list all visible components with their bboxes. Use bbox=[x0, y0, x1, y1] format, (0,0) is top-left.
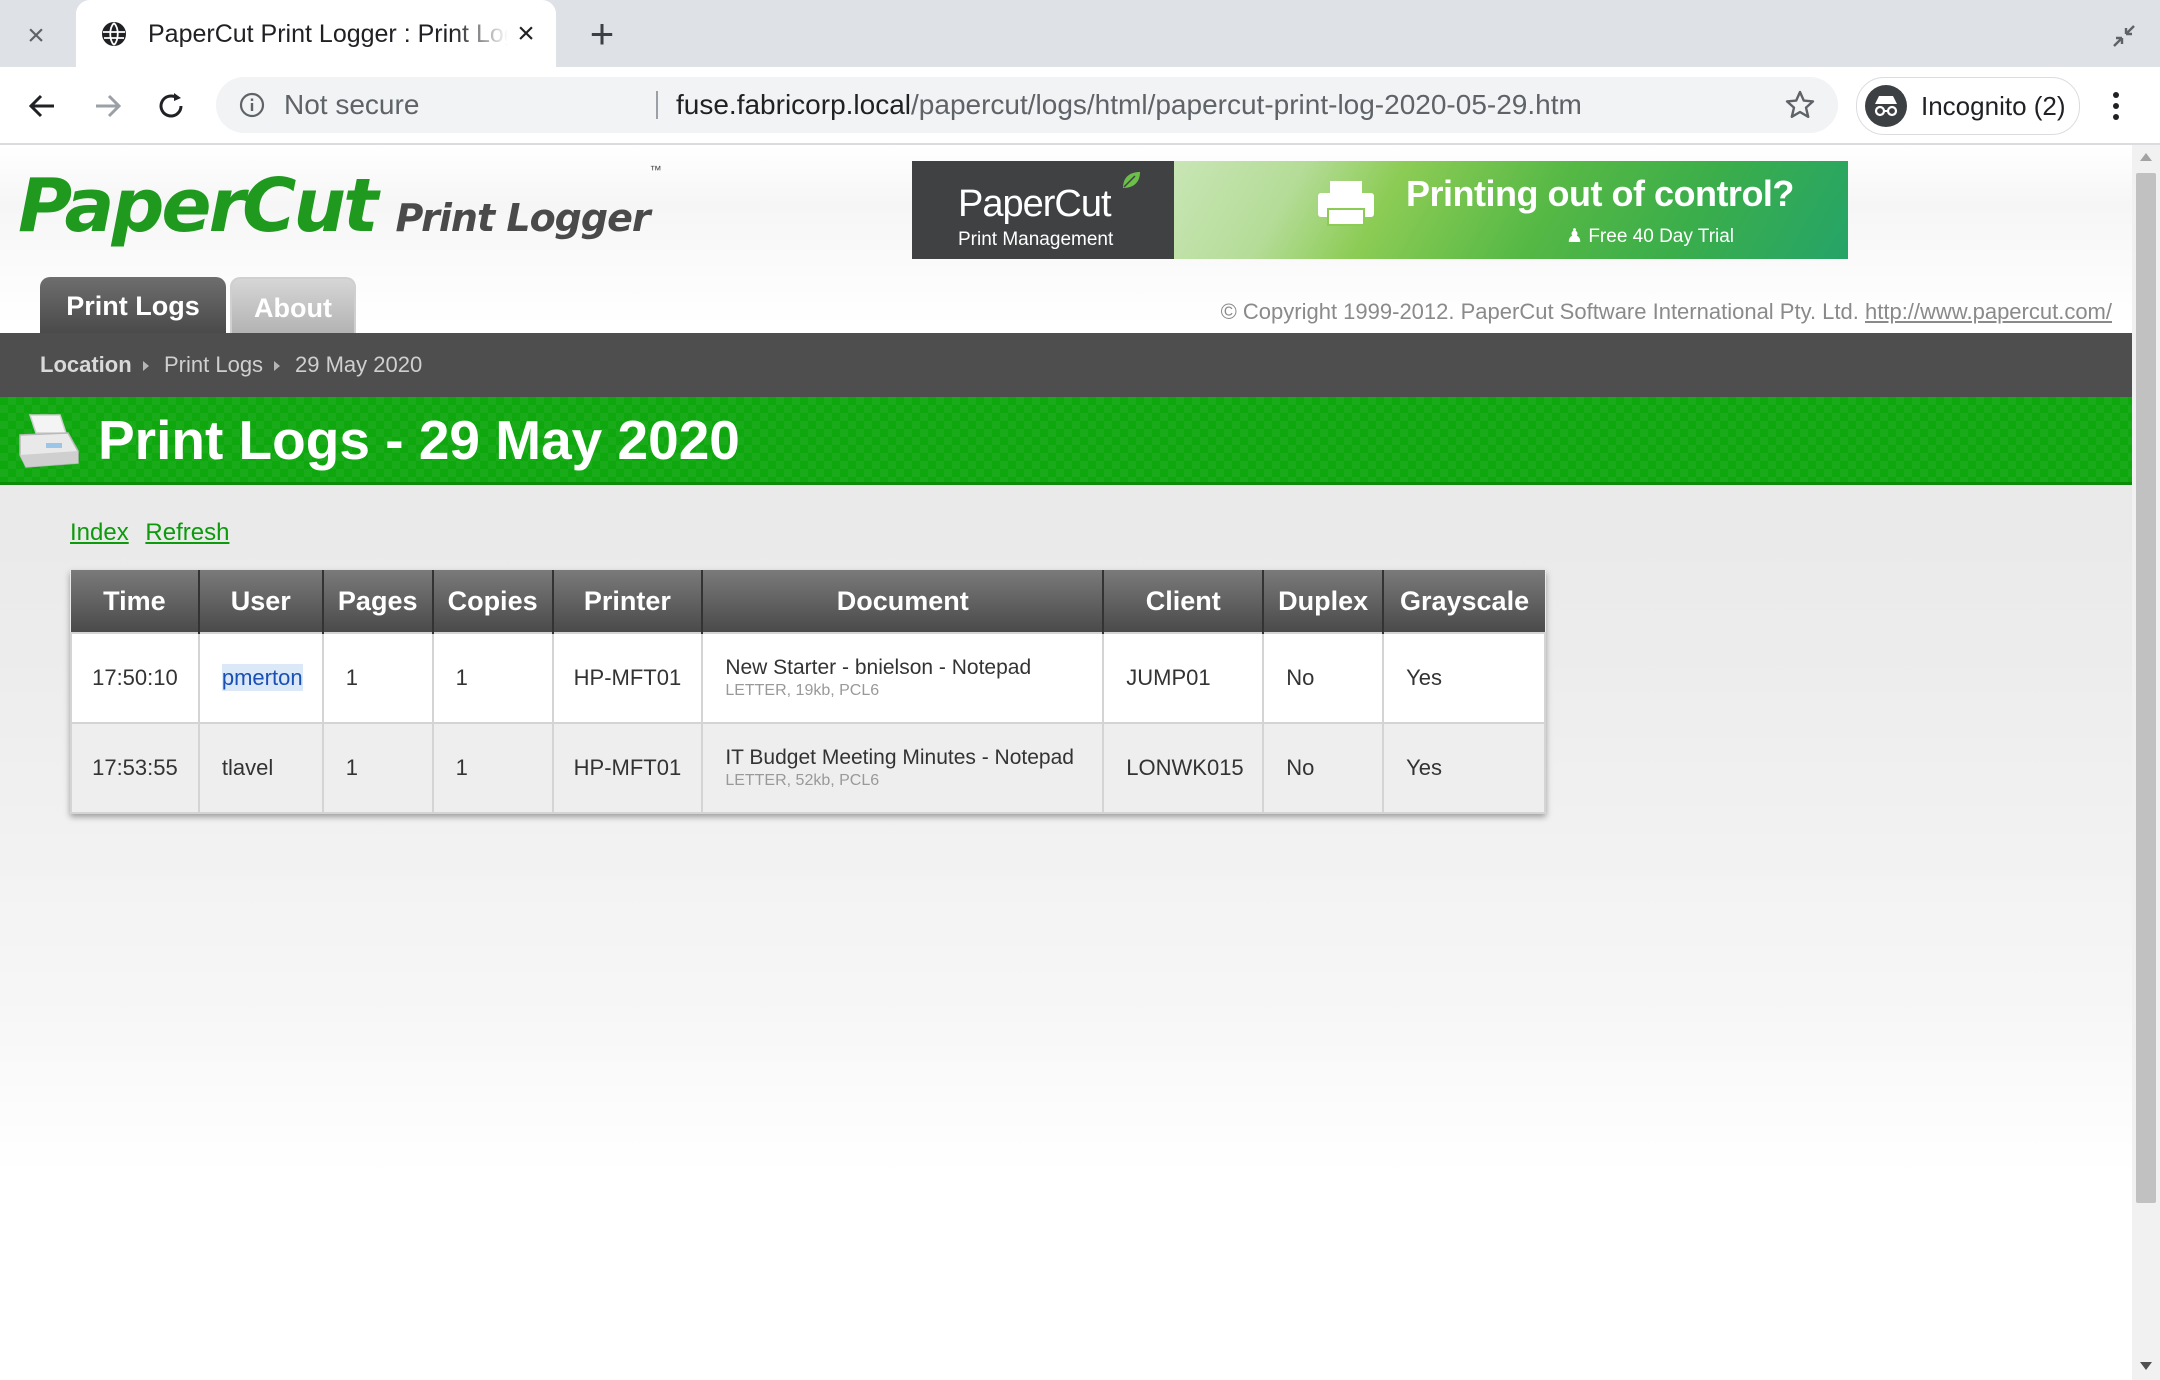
tab-title: PaperCut Print Logger : Print Logs bbox=[148, 20, 508, 48]
column-header-client: Client bbox=[1102, 570, 1264, 633]
document-title: New Starter - bnielson - Notepad bbox=[725, 656, 1032, 679]
forward-arrow-icon[interactable] bbox=[86, 85, 128, 127]
cell-copies: 1 bbox=[431, 632, 554, 724]
document-title: IT Budget Meeting Minutes - Notepad bbox=[725, 746, 1074, 769]
copyright-notice: © Copyright 1999-2012. PaperCut Software… bbox=[1221, 299, 2112, 325]
cell-document: IT Budget Meeting Minutes - Notepad LETT… bbox=[701, 722, 1105, 814]
table-header-row: Time User Pages Copies Printer Document … bbox=[71, 570, 1545, 633]
logo-main-text: PaperCut bbox=[18, 163, 378, 249]
column-header-grayscale: Grayscale bbox=[1382, 570, 1545, 633]
banner-brand-panel: PaperCut Print Management bbox=[912, 161, 1174, 259]
browser-tab[interactable]: PaperCut Print Logger : Print Logs × bbox=[76, 0, 556, 67]
printer-icon bbox=[1318, 181, 1374, 226]
scroll-up-arrow-icon[interactable] bbox=[2140, 153, 2152, 161]
column-header-pages: Pages bbox=[321, 570, 433, 633]
incognito-button[interactable]: Incognito (2) bbox=[1856, 77, 2080, 135]
tab-close-icon[interactable]: × bbox=[508, 16, 544, 52]
advertisement-banner[interactable]: PaperCut Print Management Printing out o… bbox=[912, 161, 1848, 259]
leaf-icon bbox=[1123, 172, 1140, 188]
bookmark-star-icon[interactable] bbox=[1784, 89, 1816, 121]
reload-icon[interactable] bbox=[150, 85, 192, 127]
page-title: Print Logs - 29 May 2020 bbox=[98, 409, 740, 471]
url-host: fuse.fabricorp.local bbox=[676, 89, 912, 120]
cell-grayscale: Yes bbox=[1382, 632, 1546, 724]
vertical-scrollbar[interactable] bbox=[2132, 145, 2160, 1380]
site-header: PaperCut Print Logger ™ PaperCut Print Man… bbox=[0, 145, 2132, 333]
incognito-icon bbox=[1865, 85, 1907, 127]
refresh-link[interactable]: Refresh bbox=[145, 519, 229, 546]
cell-grayscale: Yes bbox=[1382, 722, 1546, 814]
cell-pages: 1 bbox=[321, 722, 434, 814]
url-path: /papercut/logs/html/papercut-print-log-2… bbox=[911, 89, 1582, 120]
papercut-website-link[interactable]: http://www.papercut.com/ bbox=[1865, 299, 2112, 324]
security-label: Not secure bbox=[284, 89, 420, 120]
cell-document: New Starter - bnielson - Notepad LETTER,… bbox=[701, 632, 1105, 724]
papercut-logo[interactable]: PaperCut Print Logger ™ bbox=[18, 163, 662, 253]
info-icon[interactable] bbox=[238, 91, 266, 119]
back-arrow-icon[interactable] bbox=[22, 85, 64, 127]
banner-trial: ♟ Free 40 Day Trial bbox=[1566, 226, 1735, 247]
globe-icon bbox=[102, 22, 126, 46]
cell-client: JUMP01 bbox=[1102, 632, 1265, 724]
browser-tabstrip: × PaperCut Print Logger : Print Logs × + bbox=[0, 0, 2160, 67]
scrollbar-thumb[interactable] bbox=[2136, 173, 2156, 1203]
print-log-table: Time User Pages Copies Printer Document … bbox=[70, 570, 1546, 814]
cell-time: 17:53:55 bbox=[70, 722, 200, 814]
close-icon[interactable]: × bbox=[14, 14, 58, 58]
logo-trademark: ™ bbox=[649, 163, 662, 177]
banner-tagline: Printing out of control? bbox=[1406, 173, 1794, 214]
user-link[interactable]: pmerton bbox=[221, 664, 303, 691]
omnibox-separator bbox=[656, 91, 658, 119]
breadcrumb-location: Location bbox=[40, 352, 132, 377]
breadcrumb: Location Print Logs 29 May 2020 bbox=[0, 333, 2132, 397]
cell-copies: 1 bbox=[431, 722, 554, 814]
cell-duplex: No bbox=[1262, 632, 1385, 724]
cell-pages: 1 bbox=[321, 632, 434, 724]
column-header-user: User bbox=[197, 570, 323, 633]
browser-toolbar: Not secure fuse.fabricorp.local/papercut… bbox=[0, 67, 2160, 145]
banner-brand-sub: Print Management bbox=[958, 229, 1114, 250]
breadcrumb-print-logs[interactable]: Print Logs bbox=[164, 333, 263, 397]
column-header-duplex: Duplex bbox=[1262, 570, 1384, 633]
cell-duplex: No bbox=[1262, 722, 1385, 814]
tab-about[interactable]: About bbox=[230, 277, 356, 333]
minimize-window-icon[interactable] bbox=[2104, 16, 2144, 56]
cell-printer: HP-MFT01 bbox=[551, 722, 704, 814]
action-links: Index Refresh bbox=[70, 519, 239, 547]
breadcrumb-separator-icon bbox=[143, 361, 149, 371]
incognito-label: Incognito (2) bbox=[1921, 91, 2066, 121]
banner-trial-text: Free 40 Day Trial bbox=[1588, 226, 1735, 247]
scroll-down-arrow-icon[interactable] bbox=[2140, 1362, 2152, 1370]
new-tab-icon[interactable]: + bbox=[580, 12, 624, 56]
url-text[interactable]: fuse.fabricorp.local/papercut/logs/html/… bbox=[676, 77, 1582, 133]
document-meta: LETTER, 19kb, PCL6 bbox=[725, 682, 880, 699]
cell-user: pmerton bbox=[197, 632, 324, 724]
printer-icon bbox=[19, 414, 79, 468]
breadcrumb-current-date: 29 May 2020 bbox=[295, 352, 423, 377]
logo-sub-text: Print Logger bbox=[395, 196, 650, 240]
cell-user: tlavel bbox=[197, 722, 324, 814]
column-header-printer: Printer bbox=[551, 570, 703, 633]
table-row: 17:50:10 pmerton 1 1 HP-MFT01 New Starte… bbox=[70, 632, 1546, 724]
copyright-text: © Copyright 1999-2012. PaperCut Software… bbox=[1220, 299, 1859, 324]
breadcrumb-separator-icon bbox=[274, 361, 280, 371]
page-viewport: PaperCut Print Logger ™ PaperCut Print Man… bbox=[0, 145, 2132, 1380]
cell-client: LONWK015 bbox=[1102, 722, 1265, 814]
banner-brand: PaperCut bbox=[958, 183, 1112, 225]
tab-print-logs[interactable]: Print Logs bbox=[40, 277, 226, 333]
address-bar[interactable]: Not secure fuse.fabricorp.local/papercut… bbox=[216, 77, 1838, 133]
cell-time: 17:50:10 bbox=[70, 632, 200, 724]
column-header-time: Time bbox=[71, 570, 199, 633]
index-link[interactable]: Index bbox=[70, 519, 129, 546]
more-menu-icon[interactable] bbox=[2100, 87, 2132, 125]
cell-printer: HP-MFT01 bbox=[551, 632, 704, 724]
document-meta: LETTER, 52kb, PCL6 bbox=[725, 772, 880, 789]
column-header-copies: Copies bbox=[431, 570, 553, 633]
table-row: 17:53:55 tlavel 1 1 HP-MFT01 IT Budget M… bbox=[70, 722, 1546, 814]
page-title-bar: Print Logs - 29 May 2020 bbox=[0, 397, 2132, 485]
column-header-document: Document bbox=[701, 570, 1104, 633]
banner-promo-panel: Printing out of control? ♟ Free 40 Day T… bbox=[1174, 161, 1848, 259]
